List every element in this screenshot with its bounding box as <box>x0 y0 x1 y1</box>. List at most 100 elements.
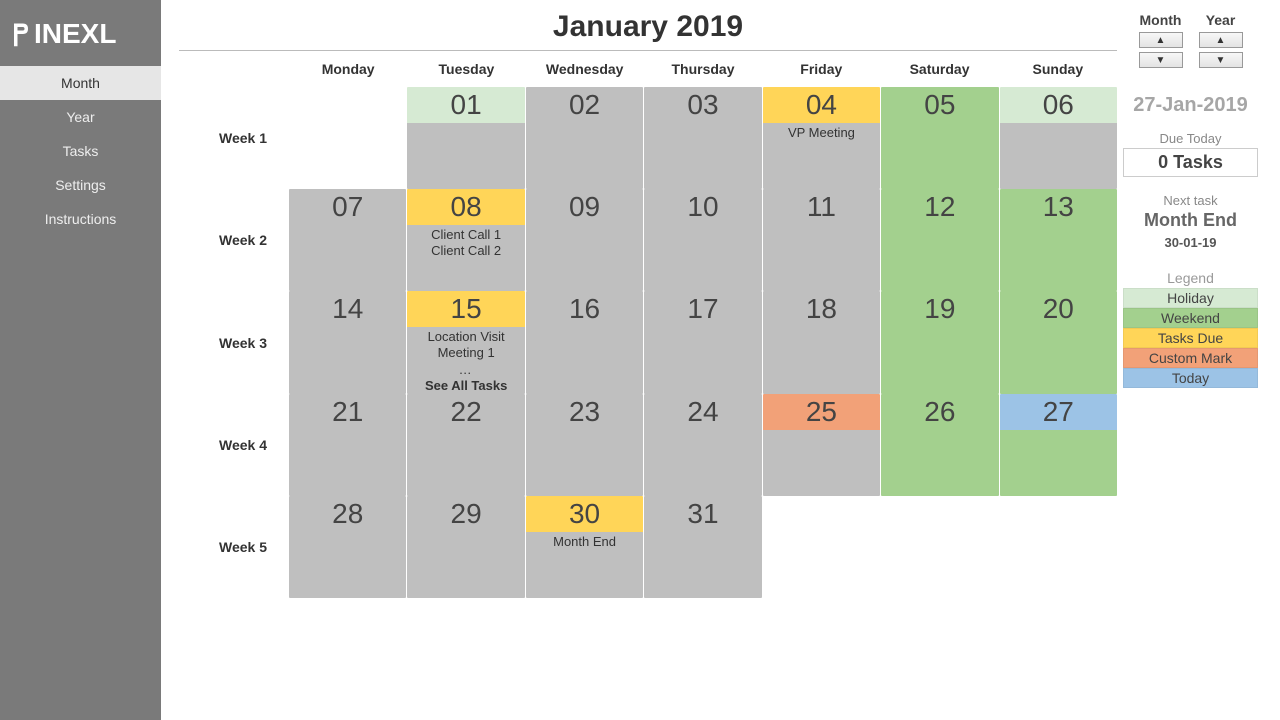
day-number: 28 <box>289 496 406 532</box>
year-spinner: Year ▲ ▼ <box>1199 12 1243 68</box>
day-cell[interactable]: 12 <box>881 189 998 291</box>
day-cell[interactable]: 14 <box>289 291 406 394</box>
day-cell[interactable]: 13 <box>1000 189 1117 291</box>
sidebar-item-tasks[interactable]: Tasks <box>0 134 161 168</box>
legend-item: Custom Mark <box>1123 348 1258 368</box>
day-cell[interactable]: 24 <box>644 394 761 496</box>
day-body <box>526 225 643 291</box>
day-cell[interactable]: 06 <box>1000 87 1117 189</box>
week-cells: 282930Month End31 <box>289 496 1117 598</box>
day-header: Saturday <box>880 51 998 87</box>
day-cell[interactable]: 01 <box>407 87 524 189</box>
day-cell[interactable]: 30Month End <box>526 496 643 598</box>
week-row: Week 20708Client Call 1Client Call 20910… <box>179 189 1117 291</box>
week-label: Week 5 <box>179 496 289 598</box>
day-number: 07 <box>289 189 406 225</box>
sidebar-item-year[interactable]: Year <box>0 100 161 134</box>
day-cell[interactable]: 16 <box>526 291 643 394</box>
day-body <box>644 225 761 291</box>
day-number: 08 <box>407 189 524 225</box>
day-cell[interactable]: 19 <box>881 291 998 394</box>
main: January 2019 MondayTuesdayWednesdayThurs… <box>161 0 1280 720</box>
month-down-button[interactable]: ▼ <box>1139 52 1183 68</box>
spinner-group: Month ▲ ▼ Year ▲ ▼ <box>1123 12 1258 68</box>
day-headers: MondayTuesdayWednesdayThursdayFridaySatu… <box>289 51 1117 87</box>
day-cell[interactable]: 31 <box>644 496 761 598</box>
day-body <box>289 225 406 291</box>
task-entry: Meeting 1 <box>409 345 522 361</box>
day-cell[interactable]: 20 <box>1000 291 1117 394</box>
day-cell[interactable]: 08Client Call 1Client Call 2 <box>407 189 524 291</box>
day-body <box>526 327 643 394</box>
day-cell[interactable]: 29 <box>407 496 524 598</box>
day-cell[interactable]: 26 <box>881 394 998 496</box>
next-task-date: 30-01-19 <box>1123 235 1258 250</box>
task-entry: VP Meeting <box>765 125 878 141</box>
day-cell[interactable]: 09 <box>526 189 643 291</box>
week-row: Week 101020304VP Meeting0506 <box>179 87 1117 189</box>
day-number: 19 <box>881 291 998 327</box>
legend-item: Holiday <box>1123 288 1258 308</box>
day-cell[interactable]: 17 <box>644 291 761 394</box>
day-header: Monday <box>289 51 407 87</box>
day-cell[interactable]: 03 <box>644 87 761 189</box>
see-all-tasks-link[interactable]: See All Tasks <box>409 378 522 394</box>
day-body <box>763 225 880 291</box>
day-cell[interactable]: 15Location VisitMeeting 1…See All Tasks <box>407 291 524 394</box>
day-cell[interactable]: 07 <box>289 189 406 291</box>
week-row: Week 31415Location VisitMeeting 1…See Al… <box>179 291 1117 394</box>
day-number: 10 <box>644 189 761 225</box>
due-today-label: Due Today <box>1123 131 1258 146</box>
month-up-button[interactable]: ▲ <box>1139 32 1183 48</box>
day-cell[interactable]: 27 <box>1000 394 1117 496</box>
day-body <box>407 123 524 189</box>
day-body <box>881 430 998 496</box>
sidebar-nav: MonthYearTasksSettingsInstructions <box>0 66 161 236</box>
day-cell[interactable]: 25 <box>763 394 880 496</box>
sidebar-item-settings[interactable]: Settings <box>0 168 161 202</box>
day-cell[interactable]: 02 <box>526 87 643 189</box>
brand-text: INEXL <box>34 18 116 50</box>
day-cell[interactable]: 05 <box>881 87 998 189</box>
task-entry: Month End <box>528 534 641 550</box>
legend-item: Tasks Due <box>1123 328 1258 348</box>
calendar-title: January 2019 <box>179 6 1117 51</box>
day-body <box>289 327 406 394</box>
day-number: 09 <box>526 189 643 225</box>
day-cell[interactable]: 28 <box>289 496 406 598</box>
day-body <box>1000 430 1117 496</box>
next-task-value: Month End <box>1123 210 1258 231</box>
day-number: 14 <box>289 291 406 327</box>
day-body <box>526 430 643 496</box>
month-spinner-label: Month <box>1139 12 1183 28</box>
day-number: 05 <box>881 87 998 123</box>
sidebar-item-instructions[interactable]: Instructions <box>0 202 161 236</box>
day-cell[interactable]: 18 <box>763 291 880 394</box>
day-body <box>881 327 998 394</box>
day-body <box>644 430 761 496</box>
day-body <box>763 327 880 394</box>
year-up-button[interactable]: ▲ <box>1199 32 1243 48</box>
right-panel: Month ▲ ▼ Year ▲ ▼ 27-Jan-2019 Due Today… <box>1117 6 1262 720</box>
day-body: VP Meeting <box>763 123 880 189</box>
day-cell[interactable]: 11 <box>763 189 880 291</box>
day-number: 13 <box>1000 189 1117 225</box>
day-cell[interactable]: 10 <box>644 189 761 291</box>
day-cell[interactable]: 04VP Meeting <box>763 87 880 189</box>
day-cell[interactable]: 22 <box>407 394 524 496</box>
month-spinner: Month ▲ ▼ <box>1139 12 1183 68</box>
task-overflow-icon: … <box>409 362 522 378</box>
day-number: 23 <box>526 394 643 430</box>
day-body: Client Call 1Client Call 2 <box>407 225 524 291</box>
sidebar-item-month[interactable]: Month <box>0 66 161 100</box>
day-body <box>1000 327 1117 394</box>
day-cell[interactable]: 21 <box>289 394 406 496</box>
day-body <box>1000 123 1117 189</box>
day-cell[interactable]: 23 <box>526 394 643 496</box>
day-number: 21 <box>289 394 406 430</box>
day-body <box>881 123 998 189</box>
week-row: Week 5282930Month End31 <box>179 496 1117 598</box>
due-today-value: 0 Tasks <box>1123 148 1258 177</box>
day-number: 26 <box>881 394 998 430</box>
year-down-button[interactable]: ▼ <box>1199 52 1243 68</box>
